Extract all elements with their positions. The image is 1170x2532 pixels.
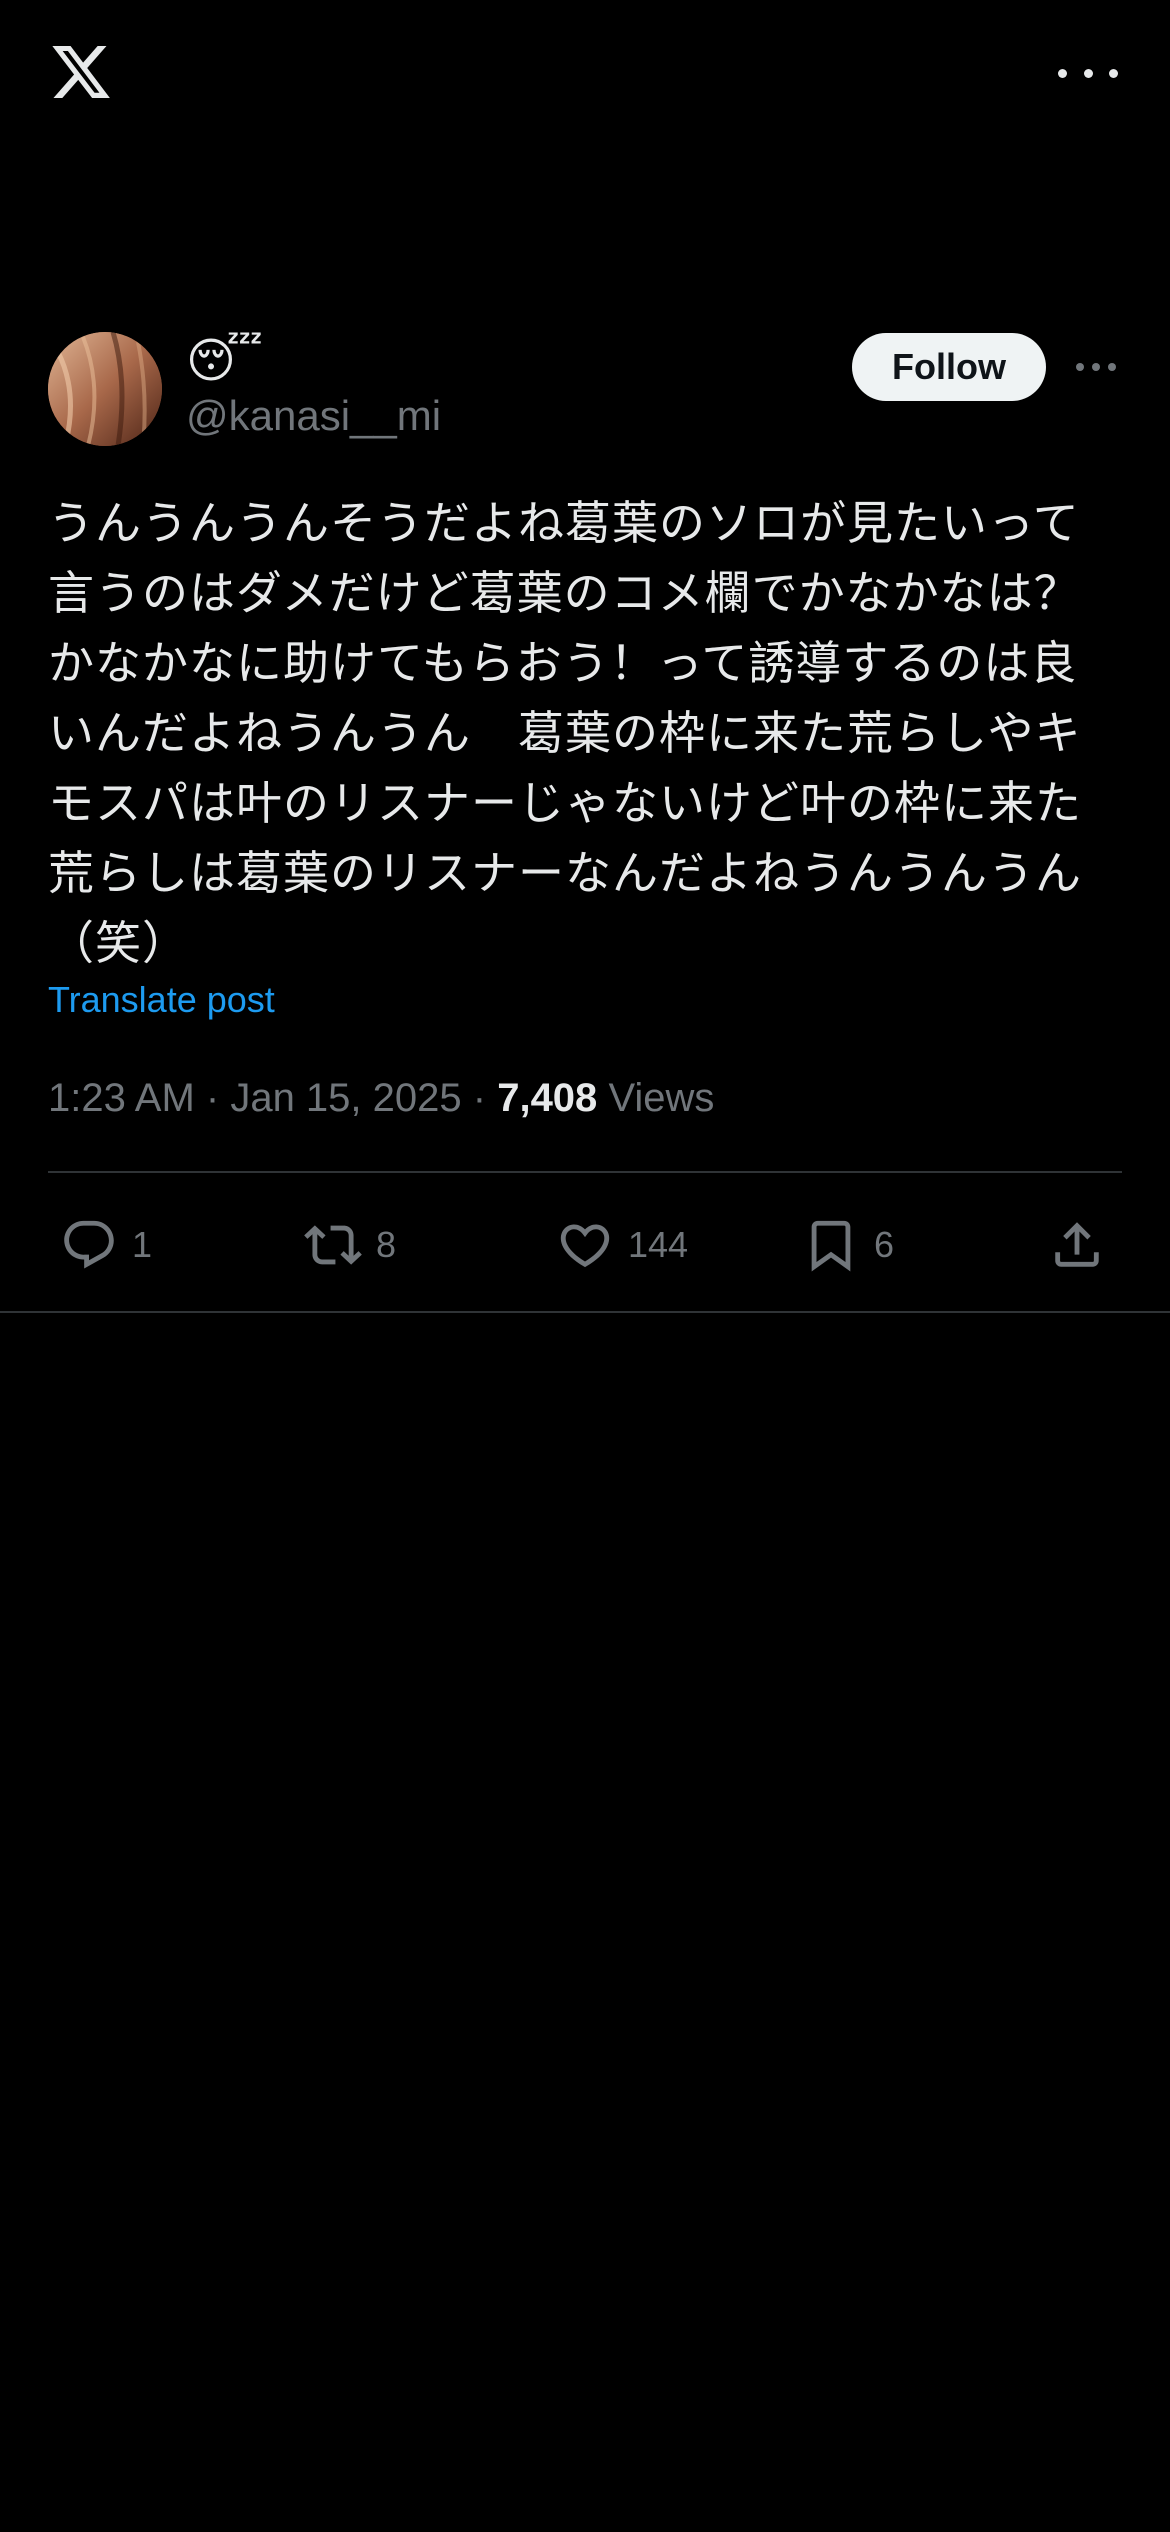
bookmark-icon <box>811 1220 851 1272</box>
repost-icon <box>304 1225 362 1265</box>
views-label: Views <box>608 1076 715 1120</box>
like-button[interactable]: 144 <box>556 1205 688 1285</box>
heart-icon <box>560 1224 610 1268</box>
post-time[interactable]: 1:23 AM <box>48 1076 195 1120</box>
avatar[interactable] <box>48 332 162 446</box>
more-horizontal-icon[interactable] <box>1058 56 1118 90</box>
post-more-icon[interactable] <box>1076 360 1116 374</box>
post-text: うんうんうんそうだよね葛葉のソロが見たいって言うのはダメだけど葛葉のコメ欄でかな… <box>48 497 1082 969</box>
action-bar: 1 8 144 6 <box>0 1205 1170 1285</box>
follow-button[interactable]: Follow <box>852 333 1046 401</box>
like-count: 144 <box>628 1224 689 1265</box>
bookmark-button[interactable]: 6 <box>802 1205 894 1285</box>
reply-button[interactable]: 1 <box>60 1205 152 1285</box>
reply-icon <box>64 1220 114 1269</box>
separator-dot: · <box>205 1076 231 1120</box>
bookmark-count: 6 <box>874 1224 895 1265</box>
reply-count: 1 <box>132 1224 153 1265</box>
sleeping-face-emoji: 😴 <box>186 335 263 388</box>
x-logo-icon[interactable] <box>46 40 116 104</box>
share-button[interactable] <box>1048 1205 1106 1285</box>
separator-dot: · <box>472 1076 498 1120</box>
share-icon <box>1055 1222 1099 1267</box>
views-count: 7,408 <box>497 1076 598 1120</box>
repost-button[interactable]: 8 <box>304 1205 396 1285</box>
divider <box>0 1311 1170 1313</box>
post-date[interactable]: Jan 15, 2025 <box>230 1076 461 1120</box>
post-metadata: 1:23 AM · Jan 15, 2025 · 7,408 Views <box>48 1070 714 1126</box>
translate-post-link[interactable]: Translate post <box>48 976 275 1024</box>
top-bar <box>0 0 1170 150</box>
repost-count: 8 <box>376 1224 397 1265</box>
author-handle[interactable]: @kanasi__mi <box>186 390 441 442</box>
divider <box>48 1171 1122 1173</box>
